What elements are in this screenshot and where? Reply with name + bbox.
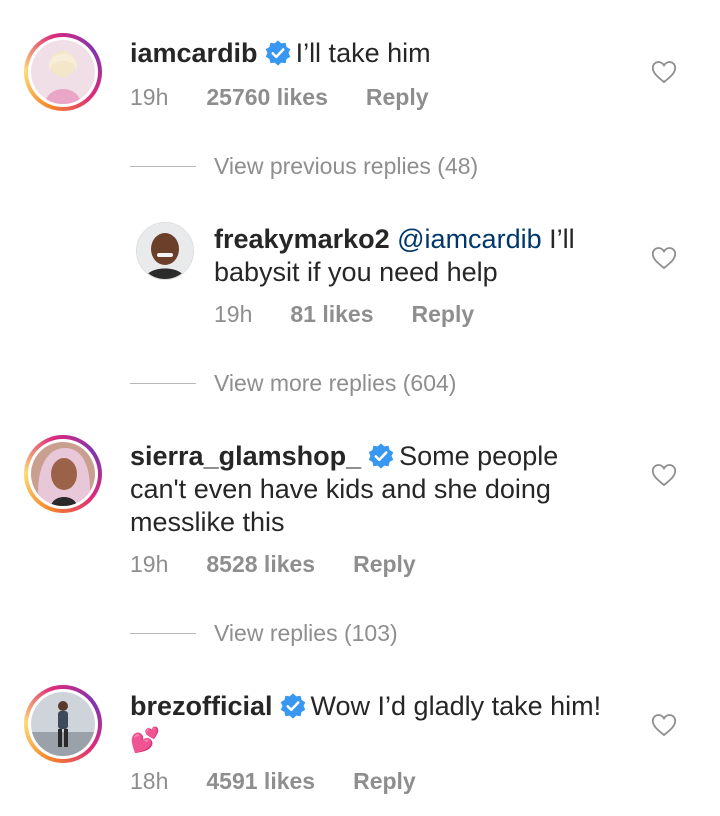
view-previous-replies-button[interactable]: View previous replies (48) [130,151,478,181]
comment-likes[interactable]: 8528 likes [206,551,315,578]
comment-username[interactable]: freakymarko2 [214,224,390,254]
replies-divider [130,165,196,167]
avatar-story-ring[interactable] [24,33,102,111]
comment-username[interactable]: brezofficial [130,691,273,721]
verified-badge-icon [265,40,290,66]
reply-button[interactable]: Reply [353,768,416,795]
comment-likes[interactable]: 25760 likes [206,84,328,111]
comment-timestamp: 18h [130,768,169,794]
replies-toggle-label: View more replies (604) [214,369,457,396]
comment-text: I’ll take him [295,38,431,68]
avatar-story-ring[interactable] [24,685,102,763]
replies-toggle-label: View replies (103) [214,619,398,646]
replies-divider [130,632,196,634]
reply-button[interactable]: Reply [366,84,429,111]
verified-badge-icon [280,693,305,719]
avatar[interactable] [136,222,194,280]
replies-toggle-label: View previous replies (48) [214,152,479,179]
comment-text: Wow I’d gladly take him! [310,691,602,721]
comment-timestamp: 19h [130,84,169,110]
comment-timestamp: 19h [130,551,169,577]
comment-likes[interactable]: 4591 likes [206,768,315,795]
view-more-replies-button[interactable]: View more replies (604) [130,368,456,398]
comment-timestamp: 19h [214,301,253,327]
mention-link[interactable]: @iamcardib [397,224,541,254]
replies-divider [130,382,196,384]
avatar [31,692,95,756]
view-replies-button[interactable]: View replies (103) [130,618,398,648]
verified-badge-icon [368,443,394,469]
reply-button[interactable]: Reply [412,301,475,328]
two-hearts-emoji: 💕 [130,726,160,754]
reply-button[interactable]: Reply [353,551,416,578]
like-heart-icon[interactable] [651,246,677,270]
comment-likes[interactable]: 81 likes [290,301,373,328]
like-heart-icon[interactable] [651,60,677,84]
avatar [31,442,95,506]
avatar [31,40,95,104]
comment-username[interactable]: sierra_glamshop_ [130,441,361,471]
avatar-story-ring[interactable] [24,435,102,513]
comment-username[interactable]: iamcardib [130,38,258,68]
like-heart-icon[interactable] [651,713,677,737]
like-heart-icon[interactable] [651,463,677,487]
